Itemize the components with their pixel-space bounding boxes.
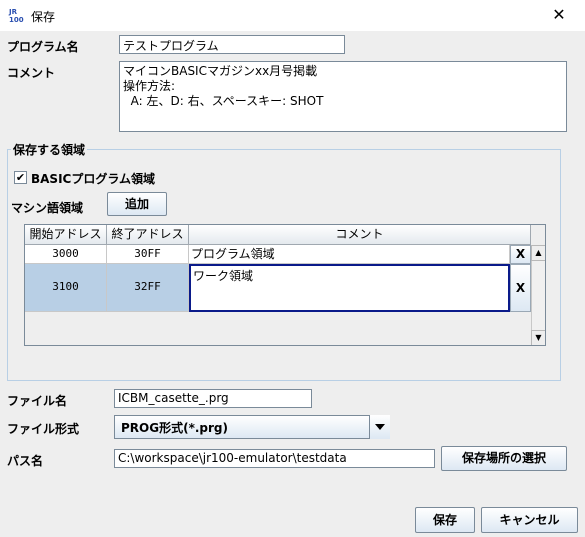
column-header-start[interactable]: 開始アドレス [25, 225, 107, 245]
cancel-button[interactable]: キャンセル [481, 507, 578, 533]
close-icon[interactable]: ✕ [546, 4, 572, 26]
window-title: 保存 [31, 10, 56, 24]
delete-row-button[interactable]: X [510, 264, 531, 312]
scroll-down-icon[interactable]: ▼ [531, 330, 545, 345]
path-label: パス名 [7, 454, 44, 468]
title-bar [0, 0, 585, 31]
column-header-end[interactable]: 終了アドレス [107, 225, 189, 245]
file-name-input[interactable]: ICBM_casette_.prg [114, 389, 312, 408]
row-start-address[interactable]: 3100 [25, 264, 107, 312]
choose-location-button[interactable]: 保存場所の選択 [441, 446, 567, 471]
file-format-select[interactable]: PROG形式(*.prg) [114, 415, 370, 439]
basic-checkbox[interactable]: ✔ [14, 171, 27, 184]
row-comment[interactable]: プログラム領域 [189, 245, 510, 264]
comment-line: マイコンBASICマガジンxx月号掲載 [123, 64, 318, 78]
chevron-down-icon[interactable] [369, 415, 390, 439]
comment-textarea[interactable]: マイコンBASICマガジンxx月号掲載 操作方法: A: 左、D: 右、スペース… [119, 61, 567, 132]
basic-checkbox-label[interactable]: BASICプログラム領域 [31, 170, 155, 187]
app-icon: JR 100 [8, 8, 24, 23]
path-input[interactable]: C:\workspace\jr100-emulator\testdata [114, 449, 435, 468]
comment-label: コメント [7, 66, 56, 80]
scroll-up-icon[interactable]: ▲ [531, 245, 545, 261]
add-button[interactable]: 追加 [107, 192, 167, 216]
delete-row-button[interactable]: X [510, 245, 531, 264]
svg-text:100: 100 [9, 16, 24, 23]
file-name-label: ファイル名 [7, 394, 68, 408]
row-end-address[interactable]: 30FF [107, 245, 189, 264]
svg-text:JR: JR [8, 8, 18, 16]
row-end-address[interactable]: 32FF [107, 264, 189, 312]
address-table: 開始アドレス 終了アドレス コメント 3000 30FF プログラム領域 X 3… [24, 224, 546, 346]
program-name-label: プログラム名 [7, 40, 79, 54]
comment-line: 操作方法: [123, 79, 176, 93]
save-button[interactable]: 保存 [415, 507, 475, 533]
program-name-input[interactable]: テストプログラム [119, 35, 345, 54]
column-header-comment[interactable]: コメント [189, 225, 531, 245]
comment-line: A: 左、D: 右、スペースキー: SHOT [123, 94, 324, 108]
machine-code-label: マシン語領域 [11, 201, 84, 215]
save-region-title: 保存する領域 [11, 141, 88, 158]
row-start-address[interactable]: 3000 [25, 245, 107, 264]
row-comment-editor[interactable]: ワーク領域 [189, 264, 510, 312]
file-format-label: ファイル形式 [7, 422, 80, 436]
